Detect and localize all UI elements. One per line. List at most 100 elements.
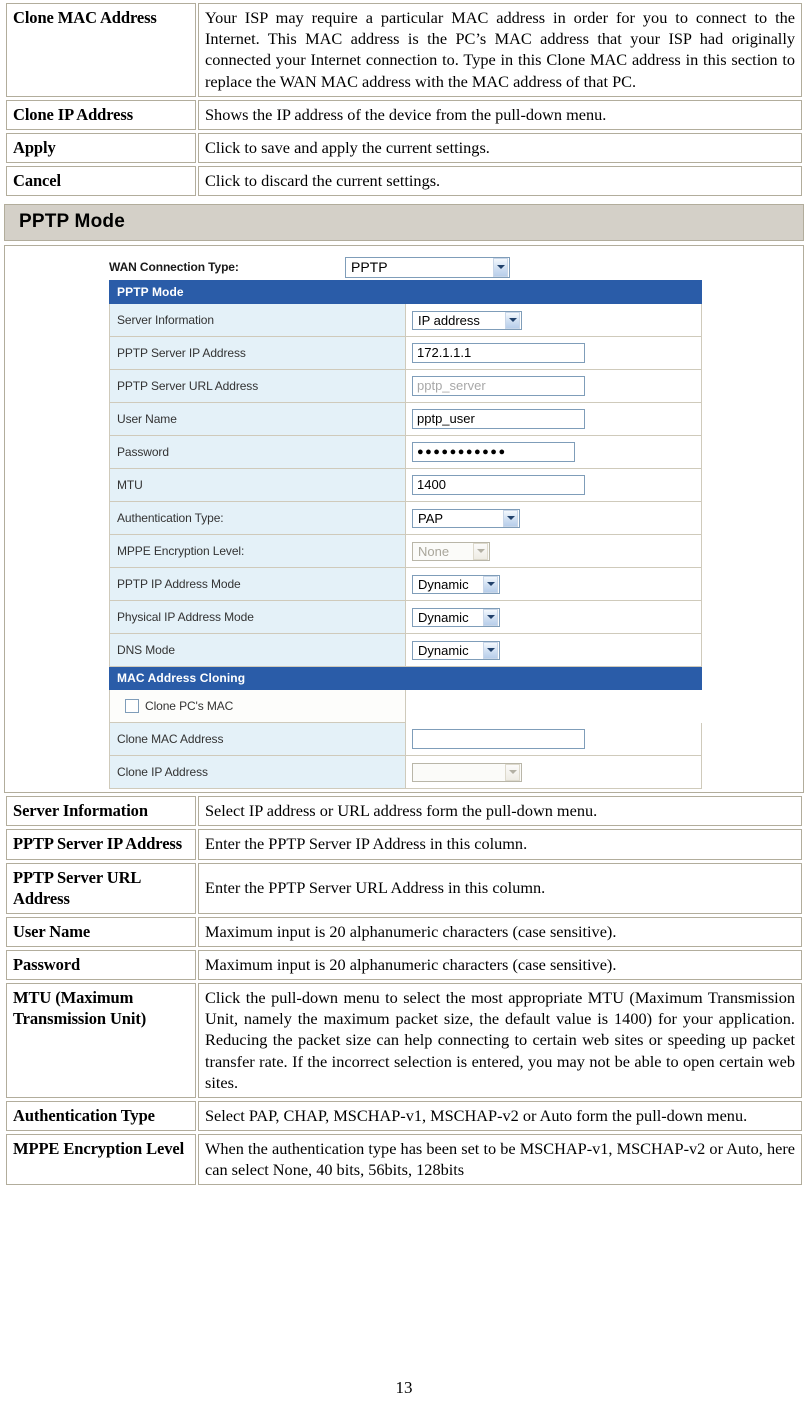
clone-pc-mac-label: Clone PC's MAC bbox=[145, 699, 234, 714]
chevron-down-icon bbox=[483, 575, 498, 593]
wan-connection-type-value: PPTP bbox=[351, 258, 388, 275]
row-server-information: Server Information IP address bbox=[109, 303, 702, 338]
label-password: Password bbox=[109, 435, 406, 470]
chevron-down-icon bbox=[493, 257, 508, 277]
description-cell: Click to discard the current settings. bbox=[198, 166, 802, 197]
clone-settings-description-table: Clone MAC Address Your ISP may require a… bbox=[4, 0, 804, 199]
row-authentication-type: Authentication Type: PAP bbox=[109, 501, 702, 536]
row-pptp-server-url: PPTP Server URL Address pptp_server bbox=[109, 369, 702, 404]
mppe-encryption-level-value: None bbox=[418, 543, 450, 559]
value-pptp-server-ip: 172.1.1.1 bbox=[405, 336, 702, 371]
chevron-down-icon bbox=[483, 641, 498, 659]
term-cell: Server Information bbox=[6, 796, 196, 827]
table-row: Authentication Type Select PAP, CHAP, MS… bbox=[6, 1100, 802, 1132]
description-cell: Enter the PPTP Server IP Address in this… bbox=[198, 829, 802, 860]
pptp-ip-address-mode-value: Dynamic bbox=[418, 576, 469, 592]
description-cell: When the authentication type has been se… bbox=[198, 1134, 802, 1186]
row-password: Password ●●●●●●●●●●● bbox=[109, 435, 702, 470]
table-row: PPTP Server IP Address Enter the PPTP Se… bbox=[6, 829, 802, 860]
chevron-down-icon bbox=[505, 763, 520, 781]
term-cell: PPTP Server IP Address bbox=[6, 829, 196, 860]
value-pptp-server-url: pptp_server bbox=[405, 369, 702, 404]
label-pptp-ip-address-mode: PPTP IP Address Mode bbox=[109, 567, 406, 602]
table-row: Password Maximum input is 20 alphanumeri… bbox=[6, 949, 802, 981]
authentication-type-select[interactable]: PAP bbox=[412, 508, 520, 528]
page-number: 13 bbox=[395, 1378, 413, 1397]
term-cell: Apply bbox=[6, 132, 196, 164]
server-information-select[interactable]: IP address bbox=[412, 310, 522, 330]
value-pptp-ip-address-mode: Dynamic bbox=[405, 567, 702, 602]
term-cell: Cancel bbox=[6, 166, 196, 197]
pptp-mode-table-header: PPTP Mode bbox=[109, 280, 702, 305]
row-pptp-ip-address-mode: PPTP IP Address Mode Dynamic bbox=[109, 567, 702, 602]
label-mppe-encryption-level: MPPE Encryption Level: bbox=[109, 534, 406, 569]
label-clone-mac-address: Clone MAC Address bbox=[109, 722, 406, 757]
mac-address-cloning-header: MAC Address Cloning bbox=[109, 666, 702, 691]
mac-cloning-header-row: MAC Address Cloning bbox=[109, 666, 702, 691]
clone-mac-address-input[interactable] bbox=[412, 729, 585, 750]
table-row: PPTP Server URL Address Enter the PPTP S… bbox=[6, 862, 802, 914]
label-physical-ip-address-mode: Physical IP Address Mode bbox=[109, 600, 406, 635]
authentication-type-value: PAP bbox=[418, 510, 444, 526]
label-pptp-server-url: PPTP Server URL Address bbox=[109, 369, 406, 404]
term-cell: Clone MAC Address bbox=[6, 3, 196, 97]
term-cell: MTU (Maximum Transmission Unit) bbox=[6, 983, 196, 1098]
user-name-input[interactable]: pptp_user bbox=[412, 409, 585, 430]
wan-connection-type-select[interactable]: PPTP bbox=[345, 256, 510, 278]
value-user-name: pptp_user bbox=[405, 402, 702, 437]
chevron-down-icon bbox=[483, 608, 498, 626]
wan-connection-type-row: WAN Connection Type: PPTP bbox=[5, 254, 803, 280]
value-mtu: 1400 bbox=[405, 468, 702, 503]
dns-mode-select[interactable]: Dynamic bbox=[412, 640, 500, 660]
table-row: Clone MAC Address Your ISP may require a… bbox=[6, 3, 802, 97]
table-row: Cancel Click to discard the current sett… bbox=[6, 166, 802, 197]
table-row: Clone IP Address Shows the IP address of… bbox=[6, 99, 802, 130]
term-cell: Authentication Type bbox=[6, 1100, 196, 1132]
table-row: MPPE Encryption Level When the authentic… bbox=[6, 1134, 802, 1186]
label-server-information: Server Information bbox=[109, 303, 406, 338]
value-password: ●●●●●●●●●●● bbox=[405, 435, 702, 470]
row-clone-mac-address: Clone MAC Address bbox=[109, 722, 702, 757]
pptp-ip-address-mode-select[interactable]: Dynamic bbox=[412, 574, 500, 594]
section-heading-wrapper: PPTP Mode bbox=[4, 204, 804, 242]
mppe-encryption-level-select: None bbox=[412, 541, 490, 561]
table-row: Server Information Select IP address or … bbox=[6, 796, 802, 827]
clone-pc-mac-cell: Clone PC's MAC bbox=[109, 689, 406, 724]
term-cell: User Name bbox=[6, 916, 196, 947]
pptp-settings-body: PPTP Mode Server Information IP address … bbox=[109, 280, 702, 790]
password-input[interactable]: ●●●●●●●●●●● bbox=[412, 442, 575, 463]
row-pptp-server-ip: PPTP Server IP Address 172.1.1.1 bbox=[109, 336, 702, 371]
chevron-down-icon bbox=[473, 542, 488, 560]
value-authentication-type: PAP bbox=[405, 501, 702, 536]
router-ui-screenshot-panel: WAN Connection Type: PPTP PPTP Mode Serv… bbox=[4, 245, 804, 794]
pptp-server-ip-input[interactable]: 172.1.1.1 bbox=[412, 343, 585, 364]
value-server-information: IP address bbox=[405, 303, 702, 338]
value-dns-mode: Dynamic bbox=[405, 633, 702, 668]
chevron-down-icon bbox=[503, 509, 518, 527]
mtu-input[interactable]: 1400 bbox=[412, 475, 585, 496]
description-cell: Click the pull-down menu to select the m… bbox=[198, 983, 802, 1098]
table-row: User Name Maximum input is 20 alphanumer… bbox=[6, 916, 802, 947]
doc-table-body-bottom: Server Information Select IP address or … bbox=[6, 796, 802, 1186]
label-dns-mode: DNS Mode bbox=[109, 633, 406, 668]
pptp-server-url-input[interactable]: pptp_server bbox=[412, 376, 585, 397]
description-cell: Shows the IP address of the device from … bbox=[198, 99, 802, 130]
server-information-value: IP address bbox=[418, 312, 480, 328]
value-mppe-encryption-level: None bbox=[405, 534, 702, 569]
value-physical-ip-address-mode: Dynamic bbox=[405, 600, 702, 635]
description-cell: Select IP address or URL address form th… bbox=[198, 796, 802, 827]
physical-ip-address-mode-select[interactable]: Dynamic bbox=[412, 607, 500, 627]
description-cell: Click to save and apply the current sett… bbox=[198, 132, 802, 164]
clone-pc-mac-checkbox-group[interactable]: Clone PC's MAC bbox=[117, 699, 405, 714]
term-cell: PPTP Server URL Address bbox=[6, 862, 196, 914]
dns-mode-value: Dynamic bbox=[418, 642, 469, 658]
description-cell: Select PAP, CHAP, MSCHAP-v1, MSCHAP-v2 o… bbox=[198, 1100, 802, 1132]
doc-table-body: Clone MAC Address Your ISP may require a… bbox=[6, 3, 802, 197]
clone-pc-mac-checkbox[interactable] bbox=[125, 699, 139, 714]
chevron-down-icon bbox=[505, 311, 520, 329]
pptp-settings-table: PPTP Mode Server Information IP address … bbox=[109, 280, 702, 790]
description-cell: Maximum input is 20 alphanumeric charact… bbox=[198, 916, 802, 947]
row-physical-ip-address-mode: Physical IP Address Mode Dynamic bbox=[109, 600, 702, 635]
clone-ip-address-select bbox=[412, 762, 522, 782]
row-clone-ip-address: Clone IP Address bbox=[109, 755, 702, 790]
